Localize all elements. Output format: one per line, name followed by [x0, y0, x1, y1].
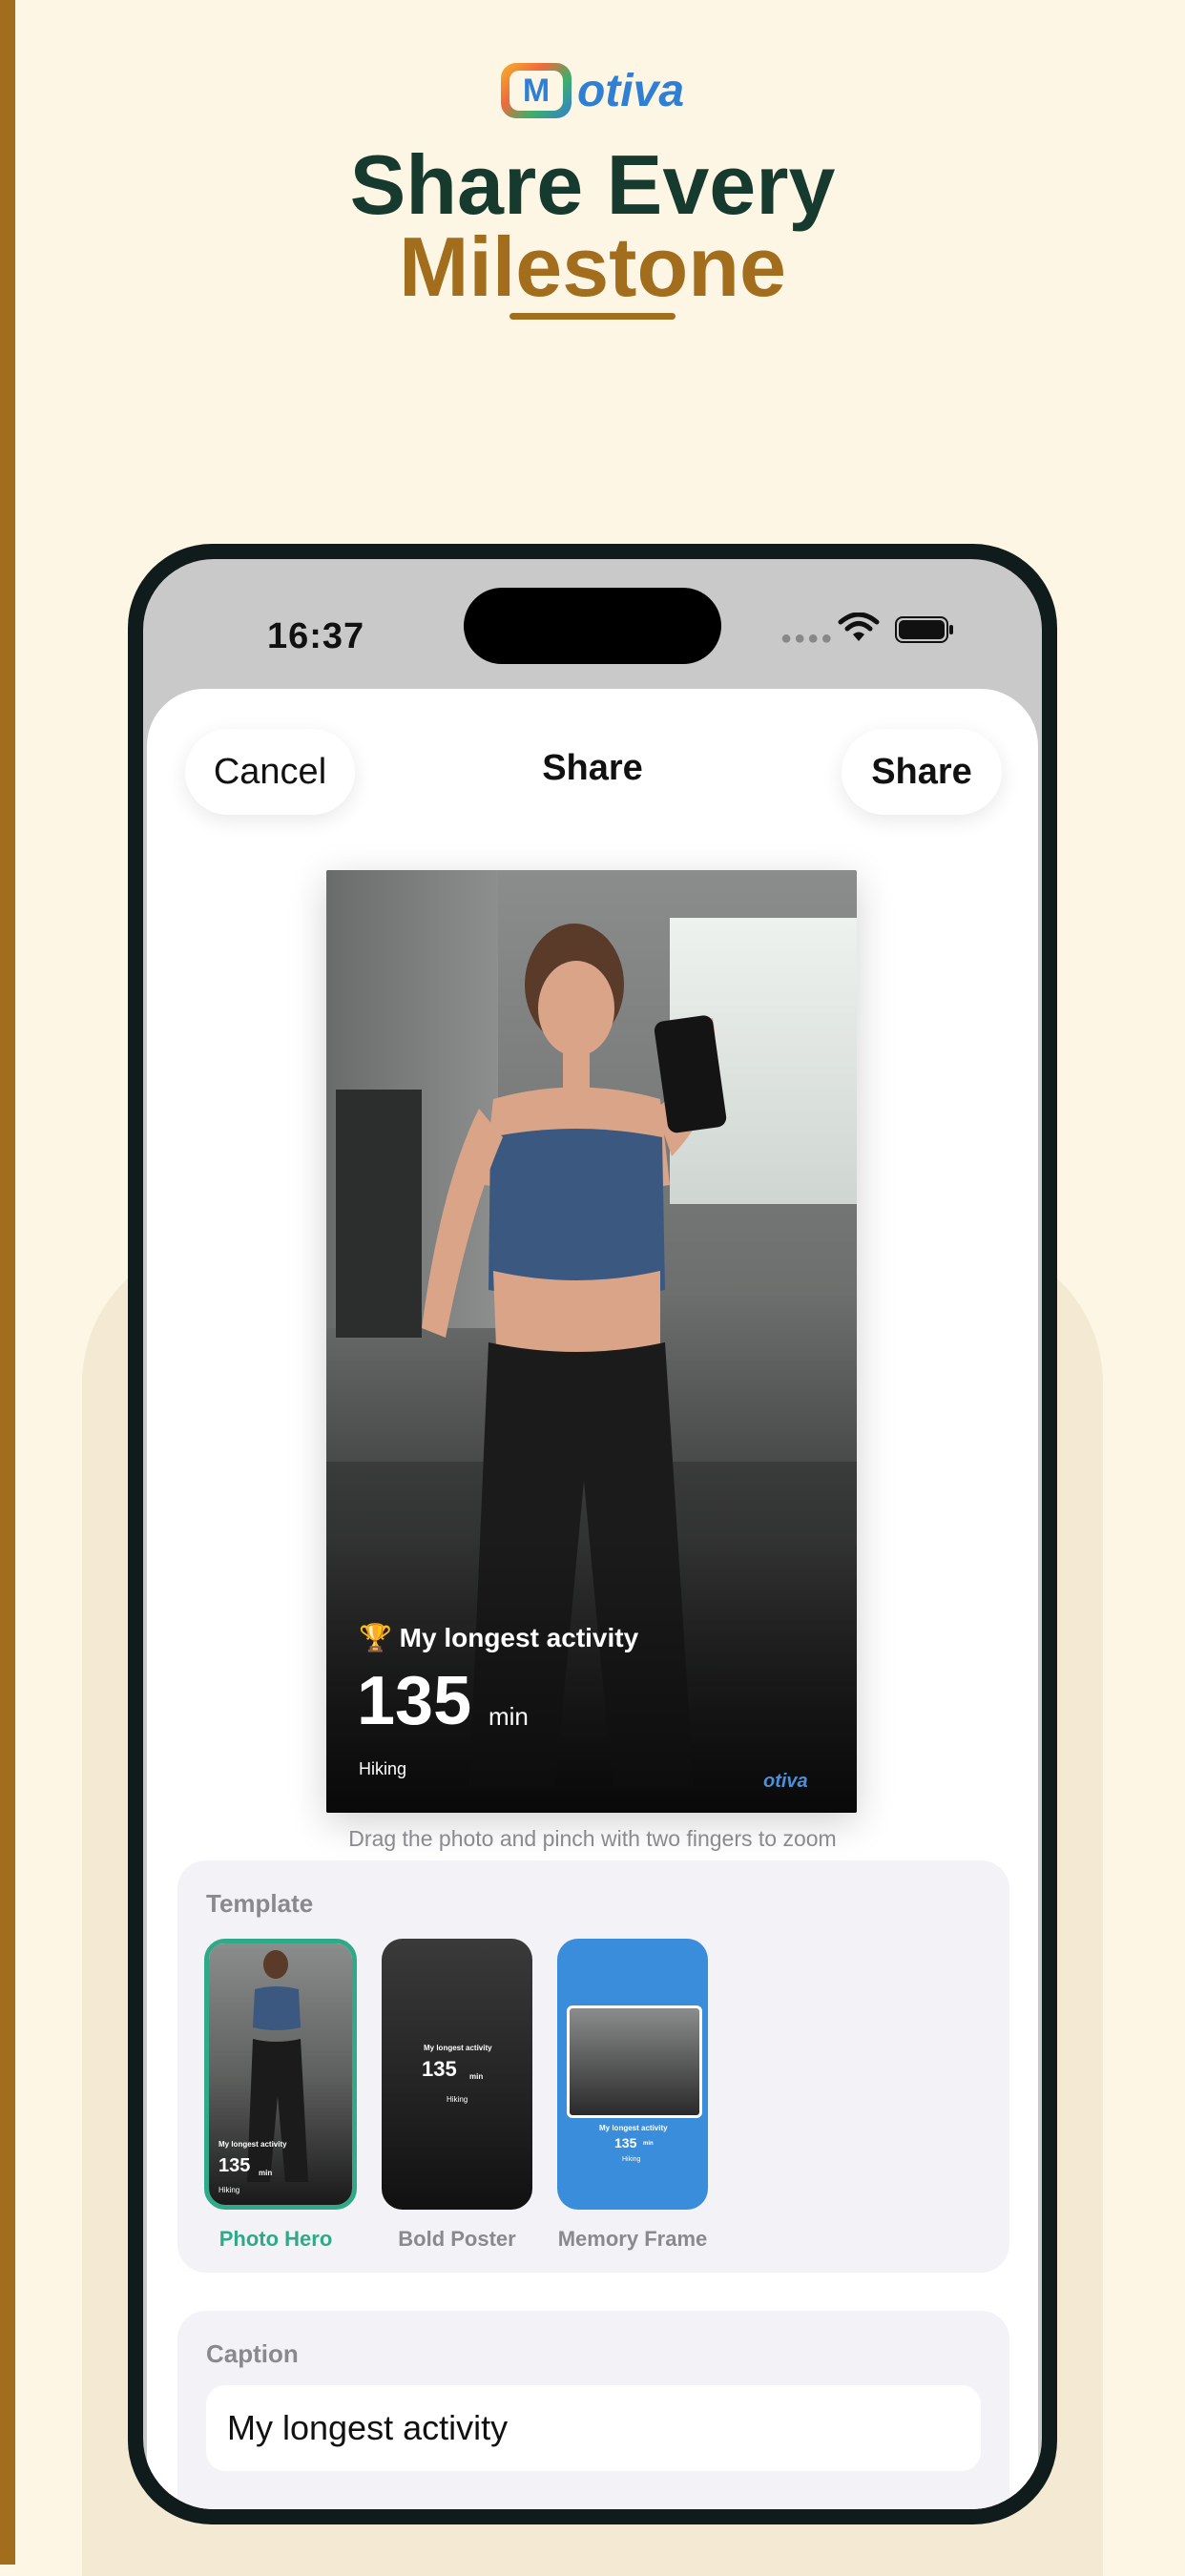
template-section: Template My longest activity 135 min Hik…	[177, 1860, 1009, 2273]
template-3-headline: My longest activity	[599, 2124, 668, 2132]
template-bold-poster[interactable]: My longest activity 135 min Hiking	[382, 1939, 532, 2210]
preview-headline: 🏆 My longest activity	[359, 1622, 638, 1653]
template-photo-hero-label[interactable]: Photo Hero	[185, 2227, 366, 2252]
template-1-value: 135	[218, 2155, 251, 2176]
brand-logo: M otiva	[0, 57, 1185, 124]
phone-frame: 16:37 ●●●● Cancel Share Share 🏆 My longe…	[128, 544, 1057, 2524]
template-section-label: Template	[206, 1889, 314, 1918]
template-2-headline: My longest activity	[424, 2044, 492, 2052]
preview-headline-text: My longest activity	[399, 1623, 639, 1652]
template-memory-frame-label[interactable]: Memory Frame	[542, 2227, 723, 2252]
template-3-activity: Hiking	[622, 2156, 641, 2163]
template-bold-poster-label[interactable]: Bold Poster	[366, 2227, 548, 2252]
share-sheet: Cancel Share Share 🏆 My longest activity…	[147, 689, 1038, 2509]
headline-line-1: Share Every	[349, 137, 836, 232]
share-preview-photo[interactable]: 🏆 My longest activity 135 min Hiking oti…	[326, 870, 857, 1813]
caption-input[interactable]	[206, 2385, 981, 2471]
dynamic-island	[464, 588, 721, 664]
preview-activity: Hiking	[359, 1759, 407, 1778]
preview-brand-watermark: otiva	[763, 1771, 808, 1792]
battery-icon	[895, 616, 953, 643]
status-time: 16:37	[267, 616, 365, 656]
template-3-unit: min	[643, 2141, 654, 2147]
zoom-hint: Drag the photo and pinch with two finger…	[348, 1826, 837, 1851]
brand-name: otiva	[576, 65, 685, 116]
caption-section-label: Caption	[206, 2339, 299, 2368]
template-2-activity: Hiking	[447, 2095, 468, 2104]
template-3-photo	[567, 2005, 702, 2118]
headline-underline	[509, 313, 676, 320]
trophy-icon: 🏆	[359, 1623, 392, 1652]
template-photo-hero[interactable]: My longest activity 135 min Hiking	[204, 1939, 357, 2210]
brand-logo-icon: M	[500, 63, 572, 118]
preview-value: 135	[357, 1663, 472, 1739]
template-1-unit: min	[259, 2169, 273, 2177]
signal-icon: ●●●●	[780, 628, 835, 649]
share-button[interactable]: Share	[842, 729, 1002, 815]
caption-section: Caption	[177, 2311, 1009, 2509]
template-3-value: 135	[614, 2135, 637, 2150]
preview-unit: min	[489, 1702, 529, 1731]
phone-screen: 16:37 ●●●● Cancel Share Share 🏆 My longe…	[143, 559, 1042, 2509]
headline-line-2: Milestone	[399, 219, 786, 314]
template-2-unit: min	[469, 2072, 484, 2081]
left-accent-stripe	[0, 0, 15, 2565]
template-1-activity: Hiking	[218, 2186, 240, 2194]
template-1-headline: My longest activity	[218, 2140, 287, 2149]
template-memory-frame[interactable]: My longest activity 135 min Hiking	[557, 1939, 708, 2210]
wifi-icon	[838, 613, 880, 641]
template-2-value: 135	[422, 2057, 457, 2081]
brand-logo-letter: M	[509, 71, 563, 111]
